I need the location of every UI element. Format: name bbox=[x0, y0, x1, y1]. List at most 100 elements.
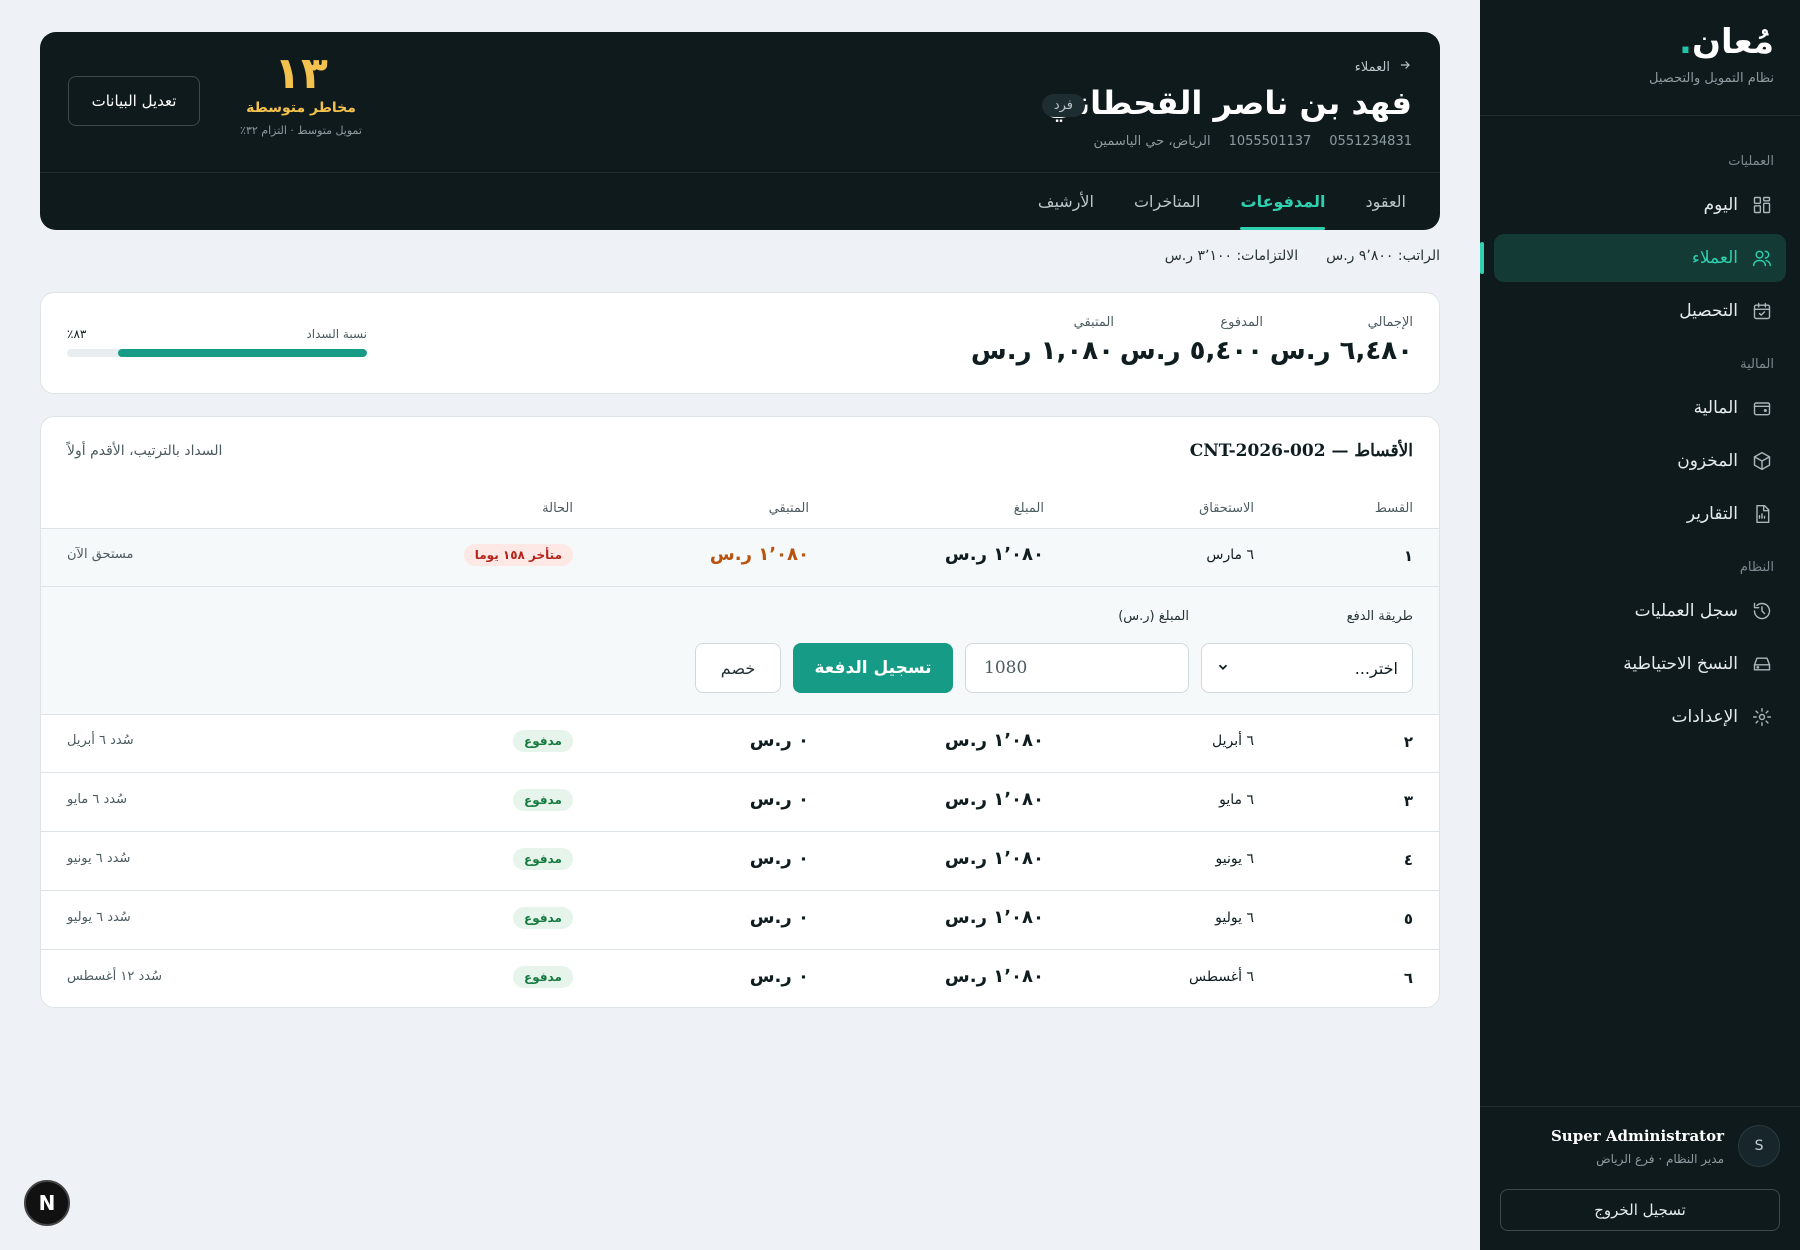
header-due: الاستحقاق bbox=[1199, 501, 1254, 516]
row-due: ٦ أغسطس bbox=[1188, 969, 1254, 985]
sidebar-item-collection[interactable]: التحصيل bbox=[1494, 287, 1786, 335]
sidebar-item-today[interactable]: اليوم bbox=[1494, 181, 1786, 229]
discount-button[interactable]: خصم bbox=[695, 643, 781, 693]
tabs: العقود المدفوعات المتاخرات الأرشيف bbox=[40, 172, 1440, 230]
table-row[interactable]: ٥ ٦ يوليو ١٬٠٨٠ ر.س ٠ ر.س مدفوع سُدد ٦ ي… bbox=[41, 892, 1439, 950]
payment-form: طريقة الدفع المبلغ (ر.س) اختر... تسجيل ا… bbox=[41, 587, 1439, 715]
user-role: مدير النظام · فرع الرياض bbox=[1596, 1151, 1724, 1166]
users-icon bbox=[1752, 248, 1772, 268]
row-status: مدفوع bbox=[513, 966, 573, 991]
row-due: ٦ يوليو bbox=[1215, 910, 1254, 926]
sidebar-item-audit-log[interactable]: سجل العمليات bbox=[1494, 587, 1786, 635]
row-remaining: ٠ ر.س bbox=[749, 907, 809, 928]
table-row[interactable]: ٤ ٦ يونيو ١٬٠٨٠ ر.س ٠ ر.س مدفوع سُدد ٦ ي… bbox=[41, 833, 1439, 891]
remaining-value: ١,٠٨٠ ر.س bbox=[970, 336, 1114, 366]
row-status: مدفوع bbox=[513, 907, 573, 932]
row-remaining: ١٬٠٨٠ ر.س bbox=[709, 544, 809, 565]
row-amount: ١٬٠٨٠ ر.س bbox=[944, 789, 1044, 810]
row-note: سُدد ١٢ أغسطس bbox=[67, 969, 162, 984]
header-amount: المبلغ bbox=[1013, 501, 1044, 516]
table-row[interactable]: ١ ٦ مارس ١٬٠٨٠ ر.س ١٬٠٨٠ ر.س متأخر ١٥٨ ي… bbox=[41, 529, 1439, 587]
table-row[interactable]: ٣ ٦ مايو ١٬٠٨٠ ر.س ٠ ر.س مدفوع سُدد ٦ ما… bbox=[41, 774, 1439, 832]
total-stat: الإجمالي ٦,٤٨٠ ر.س bbox=[1270, 315, 1413, 366]
header-status: الحالة bbox=[542, 501, 573, 516]
sidebar-item-label: المخزون bbox=[1677, 451, 1738, 471]
sidebar-item-label: التقارير bbox=[1686, 504, 1738, 524]
logout-button[interactable]: تسجيل الخروج bbox=[1500, 1189, 1780, 1231]
status-badge: مدفوع bbox=[513, 730, 573, 752]
sidebar-item-backups[interactable]: النسخ الاحتياطية bbox=[1494, 640, 1786, 688]
progress-track bbox=[67, 349, 367, 357]
row-note: سُدد ٦ يونيو bbox=[67, 851, 131, 866]
sidebar-item-reports[interactable]: التقارير bbox=[1494, 490, 1786, 538]
risk-subtitle: تمويل متوسط · التزام ٣٢٪ bbox=[240, 124, 362, 138]
breadcrumb[interactable]: العملاء bbox=[1355, 58, 1412, 76]
brand: مُعان. نظام التمويل والتحصيل bbox=[1480, 0, 1800, 116]
tab-contracts[interactable]: العقود bbox=[1365, 173, 1406, 230]
storage-icon bbox=[1752, 654, 1772, 674]
user-panel: S Super Administrator مدير النظام · فرع … bbox=[1480, 1106, 1800, 1250]
row-status: متأخر ١٥٨ يوما bbox=[463, 544, 573, 569]
calendar-check-icon bbox=[1752, 301, 1772, 321]
table-row[interactable]: ٦ ٦ أغسطس ١٬٠٨٠ ر.س ٠ ر.س مدفوع سُدد ١٢ … bbox=[41, 951, 1439, 1007]
table-header: القسط الاستحقاق المبلغ المتبقي الحالة bbox=[41, 491, 1439, 529]
row-num: ٢ bbox=[1403, 733, 1413, 751]
row-amount: ١٬٠٨٠ ر.س bbox=[944, 730, 1044, 751]
status-badge: مدفوع bbox=[513, 848, 573, 870]
gear-icon bbox=[1752, 707, 1772, 727]
amount-input[interactable] bbox=[965, 643, 1189, 693]
sidebar-item-label: النسخ الاحتياطية bbox=[1623, 654, 1738, 674]
sidebar-item-label: الإعدادات bbox=[1671, 707, 1738, 727]
sidebar-item-label: المالية bbox=[1693, 398, 1738, 418]
total-label: الإجمالي bbox=[1367, 315, 1413, 330]
header-remaining: المتبقي bbox=[768, 501, 809, 516]
page-title: فهد بن ناصر القحطاني bbox=[1045, 84, 1412, 122]
tab-arrears[interactable]: المتاخرات bbox=[1134, 173, 1201, 230]
nav-section-title: المالية bbox=[1740, 357, 1774, 372]
sidebar-item-label: اليوم bbox=[1703, 195, 1738, 215]
installments-title: الأقساط — CNT-2026-002 bbox=[1189, 441, 1413, 461]
sidebar-item-inventory[interactable]: المخزون bbox=[1494, 437, 1786, 485]
payment-method-value: اختر... bbox=[1354, 658, 1398, 678]
row-remaining: ٠ ر.س bbox=[749, 789, 809, 810]
sidebar-item-clients[interactable]: العملاء bbox=[1480, 234, 1786, 282]
table-row[interactable]: ٢ ٦ أبريل ١٬٠٨٠ ر.س ٠ ر.س مدفوع سُدد ٦ أ… bbox=[41, 715, 1439, 773]
row-amount: ١٬٠٨٠ ر.س bbox=[944, 544, 1044, 565]
sidebar-item-finance[interactable]: المالية bbox=[1494, 384, 1786, 432]
row-due: ٦ أبريل bbox=[1212, 733, 1254, 749]
dashboard-icon bbox=[1752, 195, 1772, 215]
row-due: ٦ مايو bbox=[1219, 792, 1254, 808]
report-icon bbox=[1752, 504, 1772, 524]
row-num: ٦ bbox=[1403, 969, 1413, 987]
breadcrumb-link[interactable]: العملاء bbox=[1355, 60, 1390, 75]
user-name: Super Administrator bbox=[1550, 1126, 1724, 1145]
amount-label: المبلغ (ر.س) bbox=[1118, 609, 1189, 624]
remaining-label: المتبقي bbox=[1073, 315, 1114, 330]
row-amount: ١٬٠٨٠ ر.س bbox=[944, 848, 1044, 869]
client-national-id: 1055501137 bbox=[1228, 134, 1312, 149]
record-payment-button[interactable]: تسجيل الدفعة bbox=[793, 643, 953, 693]
row-amount: ١٬٠٨٠ ر.س bbox=[944, 907, 1044, 928]
avatar[interactable]: S bbox=[1738, 1125, 1780, 1167]
brand-logo[interactable]: مُعان. bbox=[1506, 23, 1774, 61]
payment-method-select[interactable]: اختر... bbox=[1201, 643, 1413, 693]
tab-payments[interactable]: المدفوعات bbox=[1240, 173, 1325, 230]
status-badge: مدفوع bbox=[513, 789, 573, 811]
tab-archive[interactable]: الأرشيف bbox=[1038, 173, 1094, 230]
client-phone: 0551234831 bbox=[1329, 134, 1412, 149]
chevron-down-icon bbox=[1216, 659, 1230, 678]
row-remaining: ٠ ر.س bbox=[749, 848, 809, 869]
client-type-badge: فرد bbox=[1041, 94, 1085, 117]
brand-subtitle: نظام التمويل والتحصيل bbox=[1649, 71, 1774, 87]
edit-client-button[interactable]: تعديل البيانات bbox=[68, 76, 200, 126]
sidebar-item-settings[interactable]: الإعدادات bbox=[1494, 693, 1786, 741]
sidebar-item-label: سجل العمليات bbox=[1634, 601, 1738, 621]
status-badge: مدفوع bbox=[513, 966, 573, 988]
dev-tools-button[interactable]: N bbox=[24, 1180, 70, 1226]
header-num: القسط bbox=[1374, 501, 1413, 516]
method-label: طريقة الدفع bbox=[1346, 609, 1413, 624]
row-num: ٤ bbox=[1403, 851, 1413, 869]
row-note: سُدد ٦ مايو bbox=[67, 792, 128, 807]
row-num: ٥ bbox=[1403, 910, 1413, 928]
wallet-icon bbox=[1752, 398, 1772, 418]
